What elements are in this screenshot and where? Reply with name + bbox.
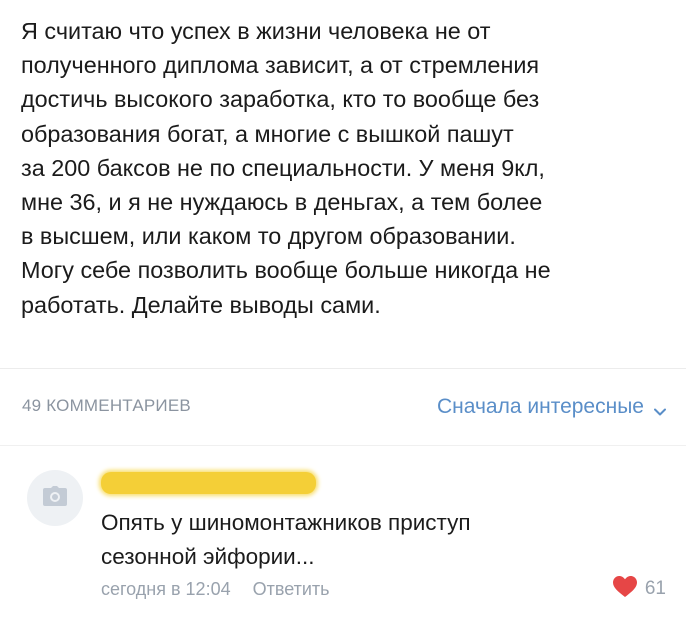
heart-icon [612,576,637,602]
comment-meta: сегодня в 12:04 Ответить [101,576,330,602]
like-count: 61 [644,578,666,599]
comment-item: Опять у шиномонтажников приступ сезонной… [0,446,686,618]
sort-dropdown[interactable]: Сначала интересные [437,390,666,424]
post-text-line: Могу себе позволить вообще больше никогд… [21,257,551,284]
comments-header: 49 КОММЕНТАРИЕВ Сначала интересные [0,390,686,424]
comments-count: 49 КОММЕНТАРИЕВ [22,396,191,415]
post-text-line: образования богат, а многие с вышкой паш… [21,120,514,147]
post-text-line: достичь высокого заработка, кто то вообщ… [21,86,540,113]
section-divider [0,368,686,369]
comment-text: Опять у шиномонтажников приступ сезонной… [101,506,661,574]
post-text-line: за 200 баксов не по специальности. У мен… [21,154,545,181]
comment-text-line: сезонной эйфории... [101,544,315,569]
camera-icon [43,485,67,511]
chevron-down-icon [654,403,666,416]
post-text-line: работать. Делайте выводы сами. [21,291,381,318]
post-text-line: в высшем, или каком то другом образовани… [21,223,516,250]
author-name[interactable] [101,472,316,494]
post-text-line: мне 36, и я не нуждаюсь в деньгах, а тем… [21,189,543,216]
post-text: Я считаю что успех в жизни человека не о… [21,14,671,322]
reply-button[interactable]: Ответить [253,579,330,600]
post-text-line: полученного диплома зависит, а от стремл… [21,52,540,79]
comment-time: сегодня в 12:04 [101,578,231,599]
post-text-line: Я считаю что успех в жизни человека не о… [21,18,491,44]
comment-text-line: Опять у шиномонтажников приступ [101,510,471,535]
like-button[interactable]: 61 [612,576,666,602]
avatar[interactable] [27,470,83,526]
sort-label: Сначала интересные [437,395,644,418]
